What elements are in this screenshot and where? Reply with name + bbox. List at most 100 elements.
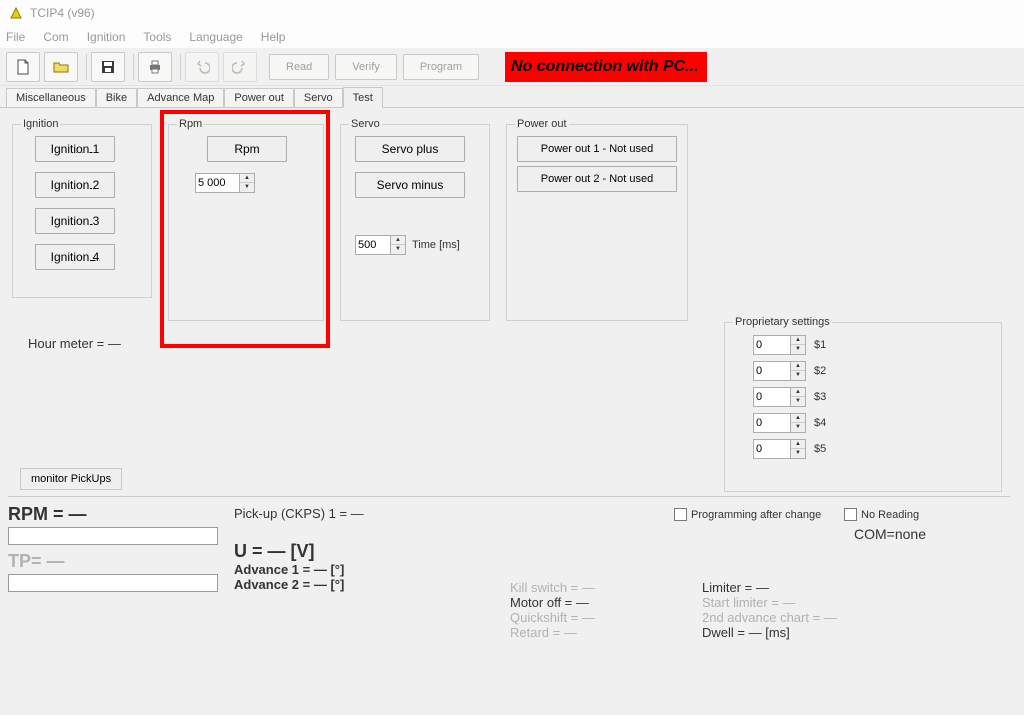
toolbar-separator xyxy=(133,54,134,80)
rpm-spin-down[interactable]: ▼ xyxy=(240,183,254,192)
menu-file[interactable]: File xyxy=(6,30,25,44)
tab-bike[interactable]: Bike xyxy=(96,88,137,107)
powerout1-button[interactable]: Power out 1 - Not used xyxy=(517,136,677,162)
window-titlebar: TCIP4 (v96) xyxy=(0,0,1024,26)
ignition3-button[interactable]: Ignition 3 xyxy=(35,208,115,234)
prop-input-3[interactable] xyxy=(753,387,791,407)
verify-button[interactable]: Verify xyxy=(335,54,397,80)
prog-after-change-label: Programming after change xyxy=(691,509,821,521)
powerout2-button[interactable]: Power out 2 - Not used xyxy=(517,166,677,192)
no-reading-checkbox[interactable]: No Reading xyxy=(844,508,919,521)
prop-input-4[interactable] xyxy=(753,413,791,433)
status-startlim: Start limiter = — xyxy=(702,595,837,610)
new-file-button[interactable] xyxy=(6,52,40,82)
proprietary-legend: Proprietary settings xyxy=(733,316,832,328)
undo-button xyxy=(185,52,219,82)
menu-help[interactable]: Help xyxy=(261,30,286,44)
servo-time-input[interactable] xyxy=(355,235,391,255)
ignition4-button[interactable]: Ignition 4 xyxy=(35,244,115,270)
prop-spinner-5[interactable]: ▲▼ xyxy=(753,438,806,460)
rpm-spinner[interactable]: ▲▼ xyxy=(195,172,255,194)
status-u: U = — [V] xyxy=(234,541,364,562)
app-icon xyxy=(8,5,24,21)
menu-tools[interactable]: Tools xyxy=(143,30,171,44)
servo-time-label: Time [ms] xyxy=(412,239,460,251)
rpm-spin-up[interactable]: ▲ xyxy=(240,174,254,183)
prop-label-3: $3 xyxy=(814,391,826,403)
tp-bar xyxy=(8,574,218,592)
print-button[interactable] xyxy=(138,52,172,82)
checkbox-box-icon xyxy=(674,508,687,521)
ignition2-button[interactable]: Ignition 2 xyxy=(35,172,115,198)
ignition-group: Ignition Ignition 1 Ignition 2 Ignition … xyxy=(12,118,152,298)
tab-miscellaneous[interactable]: Miscellaneous xyxy=(6,88,96,107)
tab-test[interactable]: Test xyxy=(343,87,383,108)
menu-com[interactable]: Com xyxy=(43,30,68,44)
status-pickup: Pick-up (CKPS) 1 = — xyxy=(234,506,364,521)
save-button[interactable] xyxy=(91,52,125,82)
status-adv2: Advance 2 = — [°] xyxy=(234,577,364,592)
toolbar-separator xyxy=(86,54,87,80)
window-title: TCIP4 (v96) xyxy=(30,6,95,20)
rpm-group: Rpm Rpm ▲▼ xyxy=(168,118,324,321)
program-button[interactable]: Program xyxy=(403,54,479,80)
open-file-button[interactable] xyxy=(44,52,78,82)
servo-legend: Servo xyxy=(349,118,382,130)
rpm-button[interactable]: Rpm xyxy=(207,136,287,162)
tab-advance-map[interactable]: Advance Map xyxy=(137,88,224,107)
ignition1-button[interactable]: Ignition 1 xyxy=(35,136,115,162)
servo-minus-button[interactable]: Servo minus xyxy=(355,172,465,198)
status-kill: Kill switch = — xyxy=(510,580,595,595)
toolbar-separator xyxy=(180,54,181,80)
tabstrip: Miscellaneous Bike Advance Map Power out… xyxy=(0,86,1024,108)
menu-ignition[interactable]: Ignition xyxy=(87,30,126,44)
servo-time-spinner[interactable]: ▲▼ xyxy=(355,234,406,256)
prop-spinner-3[interactable]: ▲▼ xyxy=(753,386,806,408)
checkbox-box-icon xyxy=(844,508,857,521)
status-motoroff: Motor off = — xyxy=(510,595,595,610)
menubar: File Com Ignition Tools Language Help xyxy=(0,26,1024,48)
servo-time-spin-down[interactable]: ▼ xyxy=(391,245,405,254)
prop-input-2[interactable] xyxy=(753,361,791,381)
monitor-pickups-button[interactable]: monitor PickUps xyxy=(20,468,122,490)
ignition-legend: Ignition xyxy=(21,118,60,130)
prop-spinner-1[interactable]: ▲▼ xyxy=(753,334,806,356)
horizontal-separator xyxy=(8,496,1010,497)
servo-time-spin-up[interactable]: ▲ xyxy=(391,236,405,245)
prop-input-5[interactable] xyxy=(753,439,791,459)
rpm-bar xyxy=(8,527,218,545)
servo-plus-button[interactable]: Servo plus xyxy=(355,136,465,162)
prop-input-1[interactable] xyxy=(753,335,791,355)
status-quick: Quickshift = — xyxy=(510,610,595,625)
read-button[interactable]: Read xyxy=(269,54,329,80)
status-tp: TP= — xyxy=(8,551,228,572)
hour-meter-label: Hour meter = — xyxy=(28,336,121,351)
connection-banner: No connection with PC... xyxy=(505,52,707,82)
powerout-legend: Power out xyxy=(515,118,569,130)
prop-label-2: $2 xyxy=(814,365,826,377)
prop-label-1: $1 xyxy=(814,339,826,351)
prop-label-4: $4 xyxy=(814,417,826,429)
servo-group: Servo Servo plus Servo minus ▲▼ Time [ms… xyxy=(340,118,490,321)
status-adv2chart: 2nd advance chart = — xyxy=(702,610,837,625)
tab-servo[interactable]: Servo xyxy=(294,88,343,107)
prop-spinner-2[interactable]: ▲▼ xyxy=(753,360,806,382)
status-rpm: RPM = — xyxy=(8,504,228,525)
powerout-group: Power out Power out 1 - Not used Power o… xyxy=(506,118,688,321)
com-status: COM=none xyxy=(854,526,926,542)
test-page: Ignition Ignition 1 Ignition 2 Ignition … xyxy=(0,108,1024,120)
toolbar: Read Verify Program No connection with P… xyxy=(0,48,1024,86)
tab-power-out[interactable]: Power out xyxy=(224,88,294,107)
prog-after-change-checkbox[interactable]: Programming after change xyxy=(674,508,821,521)
status-adv1: Advance 1 = — [°] xyxy=(234,562,364,577)
rpm-input[interactable] xyxy=(195,173,240,193)
status-dwell: Dwell = — [ms] xyxy=(702,625,837,640)
proprietary-group: Proprietary settings ▲▼ $1 ▲▼ $2 ▲▼ $3 ▲… xyxy=(724,316,1002,492)
menu-language[interactable]: Language xyxy=(189,30,242,44)
no-reading-label: No Reading xyxy=(861,509,919,521)
status-limiter: Limiter = — xyxy=(702,580,837,595)
prop-spinner-4[interactable]: ▲▼ xyxy=(753,412,806,434)
redo-button xyxy=(223,52,257,82)
rpm-legend: Rpm xyxy=(177,118,204,130)
status-retard: Retard = — xyxy=(510,625,595,640)
